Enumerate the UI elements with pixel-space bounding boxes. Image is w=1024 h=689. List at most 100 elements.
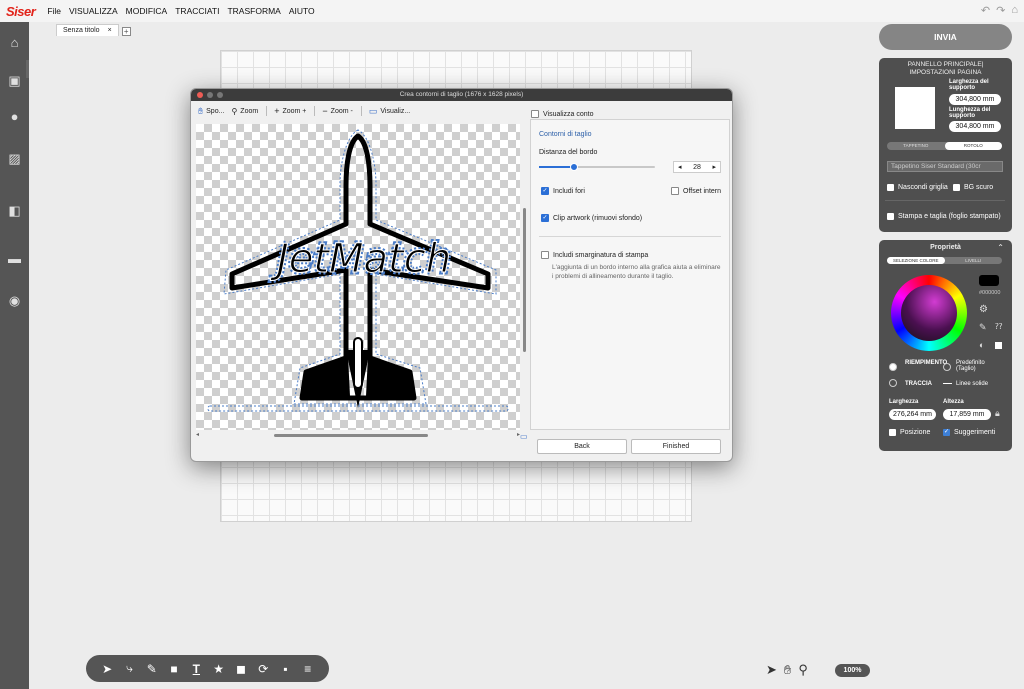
material-icon[interactable]: ▬ [6,252,23,266]
pan-tool[interactable]: ✋︎ Spo... [198,106,224,117]
border-distance-slider[interactable] [539,163,655,171]
media-length-field[interactable]: 304,800 mm [949,121,1001,132]
shapes-icon[interactable]: ◧ [6,204,23,218]
close-window-icon[interactable] [197,92,203,98]
media-icon[interactable]: ▣ [6,74,23,88]
tail-left [304,356,350,396]
scroll-left-icon[interactable]: ◂ [196,431,199,438]
stroke-radio[interactable] [889,379,897,387]
arrange-icon[interactable]: ▪ [279,662,293,676]
close-icon[interactable]: × [108,27,112,34]
menu-modifica[interactable]: MODIFICA [126,6,168,16]
finished-button[interactable]: Finished [631,439,721,454]
clip-artwork-checkbox[interactable]: ✓ Clip artwork (rimuovi sfondo) [541,214,642,222]
include-holes-checkbox[interactable]: ✓ Includi fori [541,187,585,195]
redo-icon[interactable]: ↷ [996,4,1005,17]
add-tab-button[interactable]: + [121,27,131,36]
minimize-window-icon[interactable] [207,92,213,98]
media-preview [895,87,935,129]
artwork-preview[interactable]: JetMatch JetMatch [196,124,520,430]
height-field[interactable]: 17,859 mm [943,409,991,420]
tab-color-select[interactable]: SELEZIONE COLORE [887,257,945,264]
line-sample [943,383,952,384]
fill-radio[interactable] [889,363,897,371]
send-button[interactable]: INVIA [879,24,1012,50]
pen-icon[interactable]: ✎ [145,662,159,676]
height-label: Altezza [943,399,964,405]
rotate-icon[interactable]: ⟳ [256,662,270,676]
artwork-text: JetMatch [270,236,451,282]
white-swatch[interactable] [995,342,1002,349]
toolbar-separator [266,106,268,116]
image-icon[interactable]: ▨ [6,152,23,166]
eyedropper-icon[interactable]: ✎ [979,322,987,333]
combine-icon[interactable]: ◼ [234,662,248,676]
menu-trasforma[interactable]: TRASFORMA [227,6,280,16]
mat-type-dropdown[interactable]: Tappetino Siser Standard (30cr [887,161,1003,172]
magnifier-icon[interactable]: ⚲ [798,662,808,678]
color-wheel[interactable] [891,275,967,351]
bg-dark-checkbox[interactable]: BG scuro [953,184,993,191]
rectangle-icon[interactable]: ■ [167,662,181,676]
line-type-label: Linee solide [956,381,989,387]
monitor-icon: ▭ [368,105,378,116]
include-bleed-checkbox[interactable]: Includi smarginatura di stampa [541,251,648,259]
width-field[interactable]: 276,264 mm [889,409,936,420]
text-icon[interactable]: T [189,662,203,676]
undo-icon[interactable]: ↶ [981,4,990,17]
back-button[interactable]: Back [537,439,627,454]
menu-tracciati[interactable]: TRACCIATI [175,6,219,16]
menu-visualizza[interactable]: VISUALIZZA [69,6,118,16]
home-icon[interactable]: ⌂ [1011,4,1018,17]
palette-icon[interactable]: ◐ [979,340,984,350]
user-icon[interactable]: ◉ [6,294,23,308]
pointer-icon[interactable]: ➤ [766,662,777,678]
position-checkbox[interactable]: Posizione [889,429,930,436]
border-distance-stepper[interactable]: ◂ 28 ▸ [673,161,721,173]
visualize-tool[interactable]: ▭ Visualiz... [369,106,410,117]
maximize-window-icon[interactable] [217,92,223,98]
print-cut-checkbox[interactable]: Stampa e taglia (foglio stampato) [887,213,1001,220]
gear-icon[interactable]: ⚙ [979,304,988,315]
node-edit-icon[interactable]: ⤷ [122,661,136,676]
align-icon[interactable]: ≡ [301,662,315,676]
slider-knob[interactable] [569,163,578,171]
zoom-in-tool[interactable]: + Zoom + [274,106,306,116]
contour-settings-panel: Contorni di taglio Distanza del bordo ◂ … [530,119,730,430]
seg-rotolo[interactable]: ROTOLO [944,142,1002,150]
monitor-icon[interactable]: ▭ [520,432,528,441]
tab-layers[interactable]: LIVELLI [945,257,1003,264]
increment-icon[interactable]: ▸ [712,163,716,171]
fill-label: RIEMPIMENTO [905,360,948,366]
hide-grid-checkbox[interactable]: Nascondi griglia [887,184,948,191]
offset-internal-checkbox[interactable]: Offset intern [671,187,721,195]
preview-horizontal-scrollbar[interactable]: ◂ ▸ [196,432,520,440]
select-arrow-icon[interactable]: ➤ [100,662,114,676]
home-icon[interactable]: ⌂ [6,36,23,50]
color-swatch[interactable] [979,275,999,286]
show-contour-checkbox[interactable]: Visualizza conto [531,110,593,118]
siser-logo: Siser [6,3,36,19]
media-width-field[interactable]: 304,800 mm [949,94,1001,105]
tab-document[interactable]: Senza titolo × [56,24,119,36]
help-icon[interactable]: ⁇ [995,322,1002,331]
menu-file[interactable]: File [47,6,61,16]
chevron-up-icon[interactable]: ⌃ [997,243,1004,252]
preview-vertical-scrollbar[interactable] [522,124,529,430]
suggestions-checkbox[interactable]: ✓ Suggerimenti [943,429,995,436]
default-radio[interactable] [943,363,951,371]
zoom-out-tool[interactable]: − Zoom - [322,106,352,116]
star-icon[interactable]: ★ [212,662,226,676]
zoom-tool[interactable]: ⚲ Zoom [231,107,258,116]
dialog-title: Crea contorni di taglio (1676 x 1628 pix… [399,91,524,98]
window-controls [197,92,223,98]
zoom-level[interactable]: 100% [835,664,870,677]
hand-icon[interactable]: ✋︎ [784,662,791,678]
hex-value: #000000 [979,290,1001,296]
lock-icon[interactable]: 🔒︎ [995,408,1000,419]
menu-aiuto[interactable]: AIUTO [289,6,315,16]
window-actions: ↶ ↷ ⌂ [981,4,1018,17]
decrement-icon[interactable]: ◂ [678,163,682,171]
lightbulb-icon[interactable]: ● [6,110,23,124]
seg-tappetino[interactable]: TAPPETINO [887,142,945,150]
